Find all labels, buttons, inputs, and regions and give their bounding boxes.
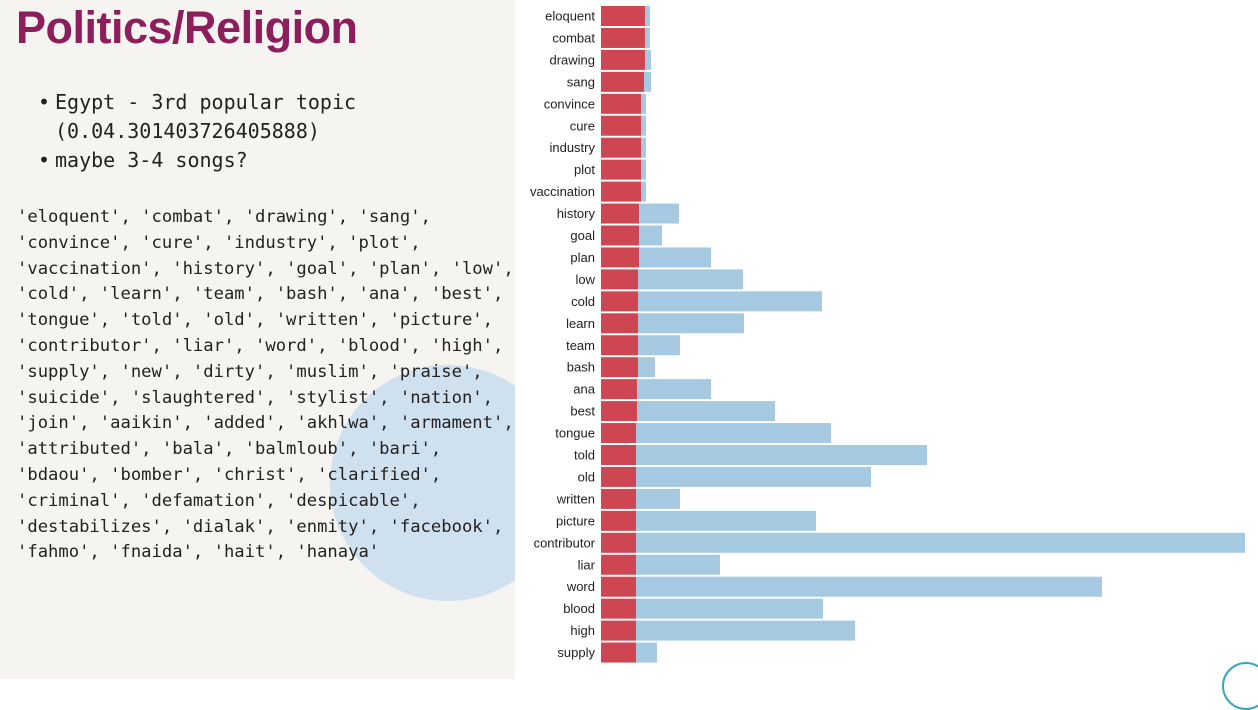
- bar-label-best: best: [570, 404, 595, 419]
- bar-overall-learn: [638, 313, 744, 334]
- bar-topic-vaccination: [601, 181, 641, 202]
- bar-label-history: history: [557, 206, 596, 221]
- bar-label-learn: learn: [566, 316, 595, 331]
- term-bar-chart: eloquent combat drawing sang convince cure ind…: [530, 6, 1245, 663]
- bar-overall-picture: [636, 510, 816, 531]
- bullet-item: maybe 3-4 songs?: [38, 146, 356, 175]
- bar-topic-tongue: [601, 423, 636, 444]
- bar-topic-blood: [601, 598, 636, 619]
- bar-topic-learn: [601, 313, 638, 334]
- bar-topic-combat: [601, 27, 645, 48]
- bar-topic-cold: [601, 291, 638, 312]
- bar-topic-best: [601, 401, 637, 422]
- bar-topic-supply: [601, 642, 636, 663]
- bar-topic-liar: [601, 554, 636, 575]
- bar-overall-drawing: [645, 49, 651, 70]
- bar-label-liar: liar: [578, 557, 596, 572]
- bar-overall-vaccination: [641, 181, 646, 202]
- bar-label-picture: picture: [556, 513, 595, 528]
- bar-topic-plot: [601, 159, 641, 180]
- bar-overall-industry: [641, 137, 646, 158]
- bar-label-word: word: [566, 579, 595, 594]
- bar-overall-convince: [641, 93, 646, 114]
- bar-label-goal: goal: [570, 228, 595, 243]
- bar-label-tongue: tongue: [555, 426, 595, 441]
- bar-topic-ana: [601, 379, 637, 400]
- bar-overall-ana: [637, 379, 711, 400]
- bar-topic-low: [601, 269, 638, 290]
- bar-topic-goal: [601, 225, 639, 246]
- bar-label-combat: combat: [552, 30, 595, 45]
- bar-label-low: low: [575, 272, 595, 287]
- bar-overall-contributor: [636, 532, 1245, 553]
- bar-overall-history: [639, 203, 679, 224]
- bar-topic-team: [601, 335, 638, 356]
- bar-overall-team: [638, 335, 680, 356]
- bar-overall-written: [636, 488, 680, 509]
- word-list: 'eloquent', 'combat', 'drawing', 'sang',…: [17, 207, 514, 563]
- bar-overall-told: [636, 445, 927, 465]
- bar-topic-history: [601, 203, 639, 224]
- bar-label-cure: cure: [570, 118, 595, 133]
- slide-title: Politics/Religion: [16, 2, 358, 53]
- bar-topic-plan: [601, 247, 639, 268]
- bar-label-plan: plan: [570, 250, 595, 265]
- bar-label-vaccination: vaccination: [530, 184, 595, 199]
- bar-label-industry: industry: [549, 140, 595, 155]
- bar-topic-industry: [601, 137, 641, 158]
- bar-overall-goal: [639, 225, 662, 246]
- bar-label-cold: cold: [571, 294, 595, 309]
- bar-topic-contributor: [601, 532, 636, 553]
- bar-label-convince: convince: [544, 96, 595, 111]
- bar-label-team: team: [566, 338, 595, 353]
- bar-label-told: told: [574, 448, 595, 463]
- bar-topic-old: [601, 466, 636, 487]
- bar-label-eloquent: eloquent: [545, 9, 595, 24]
- bar-topic-word: [601, 576, 636, 597]
- bar-overall-plot: [641, 159, 646, 180]
- bar-label-drawing: drawing: [549, 52, 595, 67]
- bar-overall-plan: [639, 247, 711, 268]
- bar-topic-high: [601, 620, 636, 641]
- bar-label-ana: ana: [573, 382, 595, 397]
- bar-overall-cold: [638, 291, 822, 312]
- bar-overall-sang: [644, 71, 651, 92]
- bar-overall-blood: [636, 598, 823, 619]
- bar-label-bash: bash: [567, 360, 595, 375]
- bar-topic-eloquent: [601, 6, 645, 26]
- bar-overall-eloquent: [645, 6, 650, 26]
- bar-overall-word: [636, 576, 1102, 597]
- bar-overall-low: [638, 269, 743, 290]
- bar-topic-bash: [601, 357, 638, 378]
- bar-topic-sang: [601, 71, 644, 92]
- bar-overall-best: [637, 401, 775, 422]
- bullet-item: Egypt - 3rd popular topic (0.04.30140372…: [38, 88, 356, 146]
- bar-topic-cure: [601, 115, 641, 136]
- bar-overall-cure: [641, 115, 646, 136]
- bar-overall-liar: [636, 554, 720, 575]
- bar-label-blood: blood: [563, 601, 595, 616]
- bar-topic-told: [601, 445, 636, 465]
- bar-overall-high: [636, 620, 855, 641]
- bar-label-written: written: [556, 491, 595, 506]
- bar-label-sang: sang: [567, 74, 595, 89]
- bar-topic-convince: [601, 93, 641, 114]
- bar-overall-bash: [638, 357, 655, 378]
- bar-overall-tongue: [636, 423, 831, 444]
- bar-label-old: old: [578, 469, 595, 484]
- bar-overall-combat: [645, 27, 650, 48]
- bar-topic-picture: [601, 510, 636, 531]
- bar-topic-written: [601, 488, 636, 509]
- text-panel: Politics/Religion Egypt - 3rd popular to…: [0, 0, 515, 679]
- bar-overall-supply: [636, 642, 657, 663]
- bar-label-supply: supply: [557, 645, 595, 660]
- bar-overall-old: [636, 466, 871, 487]
- bar-label-high: high: [570, 623, 595, 638]
- bar-label-plot: plot: [574, 162, 595, 177]
- bar-topic-drawing: [601, 49, 645, 70]
- bar-label-contributor: contributor: [534, 535, 596, 550]
- bullet-list: Egypt - 3rd popular topic (0.04.30140372…: [38, 88, 356, 175]
- corner-ring: [1222, 662, 1258, 710]
